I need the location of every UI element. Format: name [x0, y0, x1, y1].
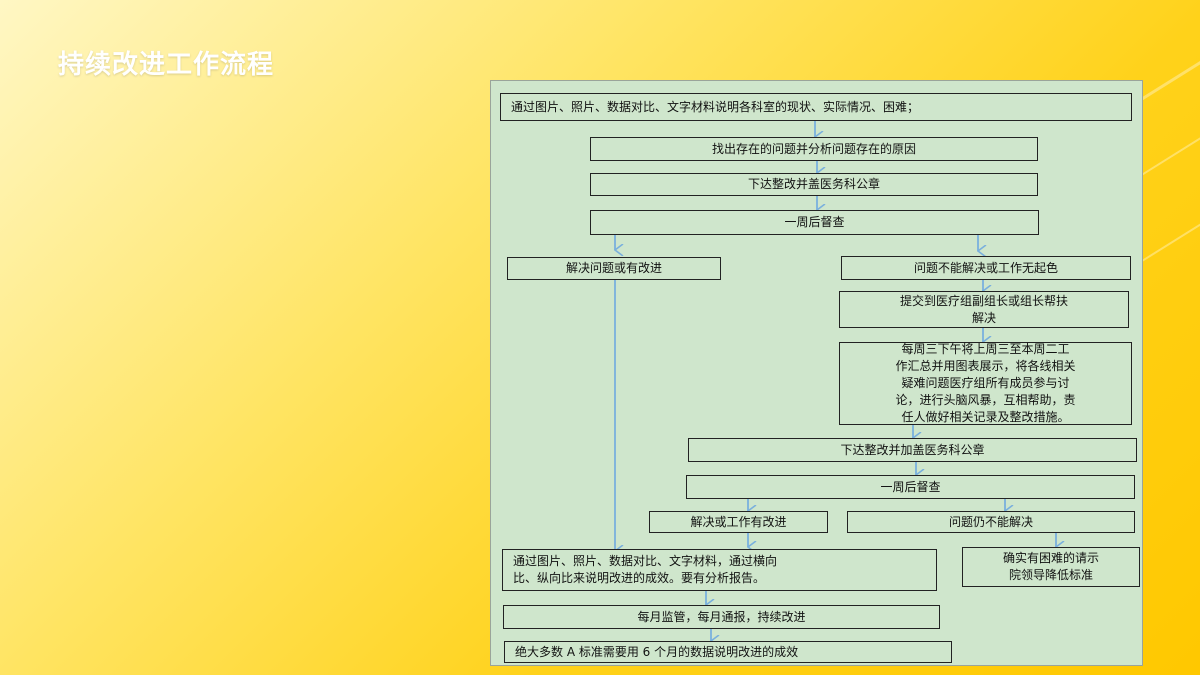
step-issue-rectification: 下达整改并盖医务科公章 [590, 173, 1038, 196]
step-weekly-inspection: 一周后督查 [590, 210, 1039, 235]
step-weekly-meeting: 每周三下午将上周三至本周二工 作汇总并用图表展示，将各线相关 疑难问题医疗组所有… [839, 342, 1132, 425]
step-escalate: 确实有困难的请示 院领导降低标准 [962, 547, 1140, 587]
step-find-causes-text: 找出存在的问题并分析问题存在的原因 [711, 141, 916, 156]
page-title: 持续改进工作流程 [58, 50, 275, 80]
flowchart-panel: 通过图片、照片、数据对比、文字材料说明各科室的现状、实际情况、困难； 找出存在的… [490, 80, 1143, 666]
step-final-standard: 绝大多数 A 标准需要用 6 个月的数据说明改进的成效 [504, 641, 952, 663]
branch-solved-text: 解决问题或有改进 [565, 261, 662, 275]
step-monthly-monitor: 每月监管，每月通报，持续改进 [503, 605, 940, 629]
branch-improved-text: 解决或工作有改进 [690, 514, 787, 529]
branch-solved: 解决问题或有改进 [507, 257, 721, 280]
step-monthly-monitor-text: 每月监管，每月通报，持续改进 [637, 609, 806, 624]
step-issue-rectification-2-text: 下达整改并加盖医务科公章 [840, 442, 985, 457]
step-current-status: 通过图片、照片、数据对比、文字材料说明各科室的现状、实际情况、困难； [500, 93, 1132, 121]
step-issue-rectification-2: 下达整改并加盖医务科公章 [688, 438, 1137, 462]
step-weekly-inspection-text: 一周后督查 [784, 215, 845, 229]
step-submit-team: 提交到医疗组副组长或组长帮扶 解决 [839, 291, 1129, 328]
step-weekly-inspection-2: 一周后督查 [686, 475, 1135, 499]
step-find-causes: 找出存在的问题并分析问题存在的原因 [590, 137, 1038, 161]
step-analysis-report-text: 通过图片、照片、数据对比、文字材料，通过横向 比、纵向比来说明改进的成效。要有分… [513, 554, 778, 585]
branch-still-unsolved-text: 问题仍不能解决 [948, 514, 1033, 529]
step-escalate-text: 确实有困难的请示 院领导降低标准 [1002, 551, 1099, 582]
step-analysis-report: 通过图片、照片、数据对比、文字材料，通过横向 比、纵向比来说明改进的成效。要有分… [502, 549, 937, 591]
branch-unsolved: 问题不能解决或工作无起色 [841, 256, 1131, 280]
step-weekly-inspection-2-text: 一周后督查 [880, 479, 941, 494]
step-current-status-text: 通过图片、照片、数据对比、文字材料说明各科室的现状、实际情况、困难； [511, 99, 920, 114]
step-submit-team-text: 提交到医疗组副组长或组长帮扶 解决 [899, 293, 1068, 325]
branch-still-unsolved: 问题仍不能解决 [847, 511, 1135, 533]
step-weekly-meeting-text: 每周三下午将上周三至本周二工 作汇总并用图表展示，将各线相关 疑难问题医疗组所有… [895, 342, 1076, 424]
branch-improved: 解决或工作有改进 [649, 511, 828, 533]
step-issue-rectification-text: 下达整改并盖医务科公章 [747, 177, 880, 191]
step-final-standard-text: 绝大多数 A 标准需要用 6 个月的数据说明改进的成效 [515, 644, 799, 659]
branch-unsolved-text: 问题不能解决或工作无起色 [913, 260, 1058, 275]
